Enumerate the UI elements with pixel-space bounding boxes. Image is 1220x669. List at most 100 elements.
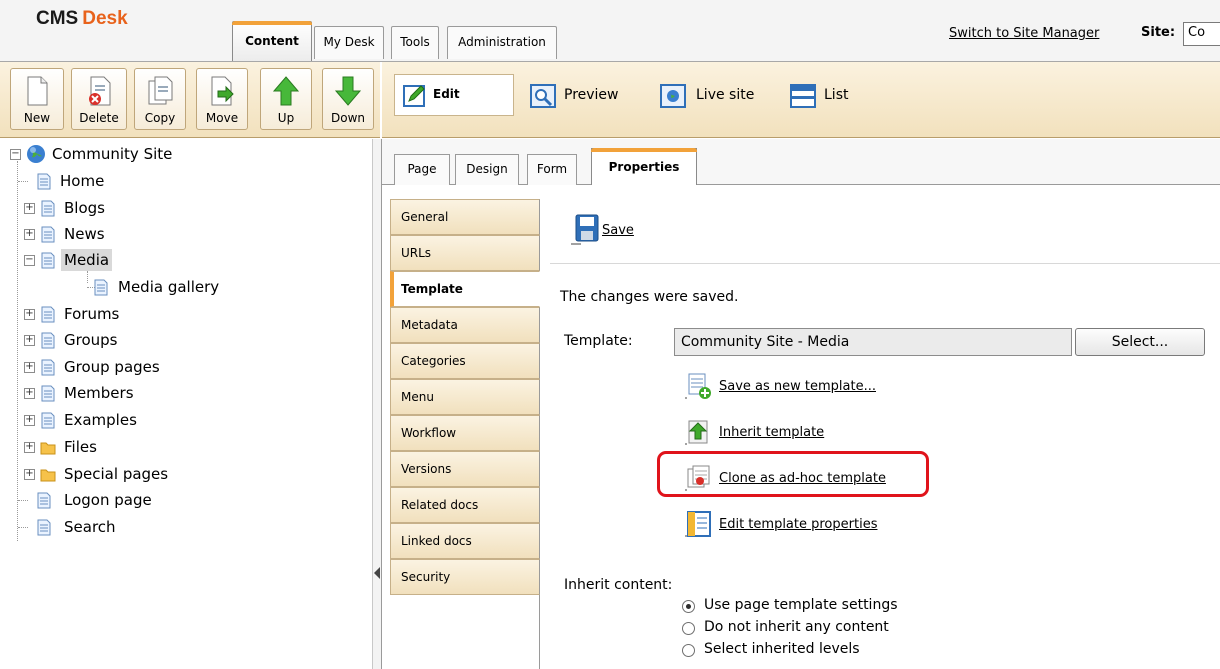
expand-toggle[interactable]: + bbox=[24, 335, 35, 346]
delete-button[interactable]: Delete bbox=[71, 68, 127, 130]
down-button[interactable]: Down bbox=[322, 68, 374, 130]
highlight-box bbox=[657, 451, 929, 497]
expand-toggle[interactable]: + bbox=[24, 442, 35, 453]
top-header: CMS Desk Content My Desk Tools Administra… bbox=[0, 0, 1220, 62]
page-icon bbox=[37, 519, 51, 536]
page-icon bbox=[41, 306, 55, 323]
radio-button[interactable] bbox=[682, 622, 695, 635]
collapse-toggle[interactable]: − bbox=[24, 255, 35, 266]
expand-toggle[interactable]: + bbox=[24, 388, 35, 399]
radio-label: Select inherited levels bbox=[704, 641, 860, 657]
page-icon bbox=[41, 226, 55, 243]
collapse-arrow-icon[interactable] bbox=[374, 567, 380, 579]
edit-mode-label: Edit bbox=[433, 87, 460, 101]
move-button-label: Move bbox=[205, 111, 239, 125]
new-button[interactable]: New bbox=[10, 68, 64, 130]
edit-mode-button[interactable]: Edit bbox=[394, 74, 514, 116]
save-as-new-template-label: Save as new template... bbox=[719, 379, 876, 394]
vtab-general[interactable]: General bbox=[390, 199, 540, 235]
vtab-versions[interactable]: Versions bbox=[390, 451, 540, 487]
vtab-workflow[interactable]: Workflow bbox=[390, 415, 540, 451]
new-button-label: New bbox=[23, 111, 51, 125]
move-document-icon bbox=[211, 76, 234, 106]
save-bar: Save bbox=[550, 185, 1220, 264]
delete-document-icon bbox=[89, 76, 111, 106]
live-site-label: Live site bbox=[696, 87, 755, 103]
select-template-button[interactable]: Select... bbox=[1075, 328, 1205, 356]
page-icon bbox=[41, 412, 55, 429]
vtab-urls[interactable]: URLs bbox=[390, 235, 540, 271]
properties-vertical-tabs: General URLs Template Metadata Categorie… bbox=[382, 185, 540, 669]
tab-content[interactable]: Content bbox=[232, 21, 312, 61]
tree-node-label: Search bbox=[64, 518, 116, 536]
template-label: Template: bbox=[564, 333, 633, 349]
tree-node-label: Groups bbox=[64, 331, 118, 349]
tab-page[interactable]: Page bbox=[394, 154, 450, 185]
expand-toggle[interactable]: + bbox=[24, 309, 35, 320]
preview-mode-button[interactable]: Preview bbox=[530, 76, 640, 114]
vtab-linked-docs[interactable]: Linked docs bbox=[390, 523, 540, 559]
tree-node-label: Examples bbox=[64, 411, 137, 429]
expand-toggle[interactable]: + bbox=[24, 203, 35, 214]
site-label: Site: bbox=[1141, 25, 1176, 40]
list-mode-button[interactable]: List bbox=[790, 76, 870, 114]
template-properties-panel: Save The changes were saved. Template: C… bbox=[540, 185, 1220, 669]
delete-button-label: Delete bbox=[79, 111, 119, 125]
radio-button[interactable] bbox=[682, 600, 695, 613]
tab-properties[interactable]: Properties bbox=[591, 148, 697, 186]
vtab-security[interactable]: Security bbox=[390, 559, 540, 595]
tree-node-label: Files bbox=[64, 438, 97, 456]
collapse-toggle[interactable]: − bbox=[10, 149, 21, 160]
template-properties-icon bbox=[685, 511, 711, 537]
panel-splitter[interactable] bbox=[372, 139, 382, 669]
inherit-template-link[interactable]: Inherit template bbox=[677, 417, 897, 449]
folder-icon bbox=[40, 469, 56, 482]
vtab-categories[interactable]: Categories bbox=[390, 343, 540, 379]
expand-toggle[interactable]: + bbox=[24, 362, 35, 373]
save-button-label: Save bbox=[602, 223, 634, 238]
up-button[interactable]: Up bbox=[260, 68, 312, 130]
vtab-template[interactable]: Template bbox=[390, 271, 540, 307]
tree-node-label: Logon page bbox=[64, 491, 152, 509]
edit-pencil-icon bbox=[403, 85, 425, 107]
page-icon bbox=[94, 279, 108, 296]
switch-to-site-manager-link[interactable]: Switch to Site Manager bbox=[949, 26, 1099, 41]
move-button[interactable]: Move bbox=[196, 68, 248, 130]
vtab-metadata[interactable]: Metadata bbox=[390, 307, 540, 343]
expand-toggle[interactable]: + bbox=[24, 229, 35, 240]
copy-button[interactable]: Copy bbox=[134, 68, 186, 130]
tab-tools[interactable]: Tools bbox=[391, 26, 439, 59]
copy-document-icon bbox=[148, 76, 173, 105]
page-tabs: Page Design Form Properties bbox=[382, 139, 1220, 186]
tree-node-label: Special pages bbox=[64, 465, 169, 483]
edit-template-properties-link[interactable]: Edit template properties bbox=[677, 509, 937, 541]
page-icon bbox=[37, 492, 51, 509]
folder-icon bbox=[40, 442, 56, 455]
live-site-button[interactable]: Live site bbox=[660, 76, 770, 114]
save-as-new-template-link[interactable]: Save as new template... bbox=[677, 371, 957, 403]
radio-button[interactable] bbox=[682, 644, 695, 657]
page-icon bbox=[41, 252, 55, 269]
expand-toggle[interactable]: + bbox=[24, 415, 35, 426]
tree-node-label: Media gallery bbox=[118, 278, 220, 296]
tree-node-label: Members bbox=[64, 384, 134, 402]
tree-node-label: Media bbox=[61, 249, 113, 271]
site-select[interactable]: Co bbox=[1183, 22, 1220, 46]
tab-form[interactable]: Form bbox=[527, 154, 577, 185]
page-icon bbox=[41, 359, 55, 376]
vtab-menu[interactable]: Menu bbox=[390, 379, 540, 415]
content-tree: − Community Site Home + Blogs + News − M… bbox=[0, 139, 372, 669]
radio-label: Do not inherit any content bbox=[704, 619, 889, 635]
tab-my-desk[interactable]: My Desk bbox=[314, 26, 384, 59]
page-icon bbox=[41, 332, 55, 349]
up-button-label: Up bbox=[277, 111, 295, 125]
new-document-icon bbox=[27, 76, 48, 106]
globe-icon bbox=[27, 145, 45, 163]
expand-toggle[interactable]: + bbox=[24, 469, 35, 480]
page-icon bbox=[37, 173, 51, 190]
tab-design[interactable]: Design bbox=[455, 154, 519, 185]
tab-administration[interactable]: Administration bbox=[447, 26, 557, 59]
page-icon bbox=[41, 385, 55, 402]
template-field[interactable]: Community Site - Media bbox=[674, 328, 1072, 356]
vtab-related-docs[interactable]: Related docs bbox=[390, 487, 540, 523]
